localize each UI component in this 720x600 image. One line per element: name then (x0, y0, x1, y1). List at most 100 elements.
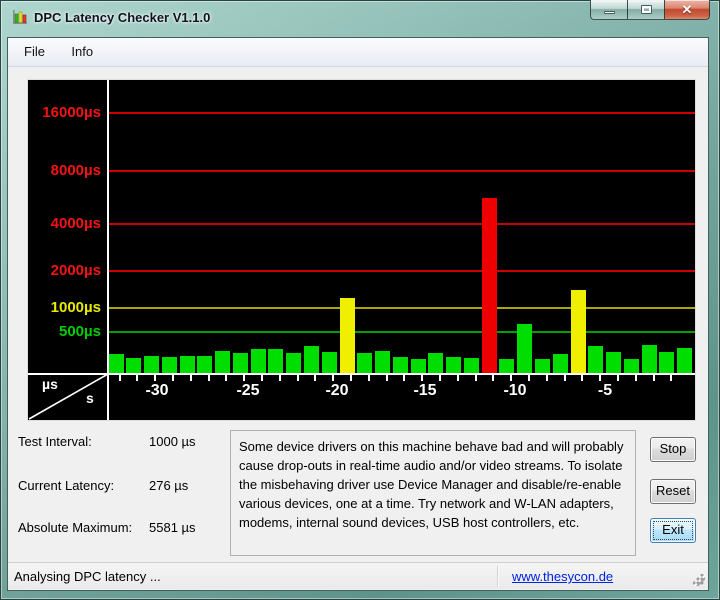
latency-bar (232, 353, 248, 373)
x-axis-tick (421, 375, 424, 381)
status-text: Analysing DPC latency ... (14, 569, 161, 584)
minimize-button[interactable] (590, 0, 628, 20)
x-axis-label: -5 (597, 382, 613, 399)
x-axis-tick (314, 375, 317, 381)
x-axis-tick (438, 375, 441, 381)
menu-info[interactable]: Info (60, 38, 104, 66)
latency-bar (446, 357, 462, 373)
reset-button[interactable]: Reset (650, 479, 696, 504)
latency-bar (215, 351, 231, 373)
latency-bar (250, 349, 266, 373)
x-axis-tick (189, 375, 192, 381)
x-axis-tick (456, 375, 459, 381)
x-axis-tick (510, 375, 513, 381)
x-axis-line (28, 373, 695, 375)
x-axis-tick (367, 375, 370, 381)
x-axis-tick (492, 375, 495, 381)
x-axis-tick (616, 375, 619, 381)
resize-grip-icon[interactable] (693, 574, 705, 586)
y-axis-label-16000us: 16000µs (42, 104, 101, 121)
latency-bar (357, 353, 373, 373)
x-axis-tick (545, 375, 548, 381)
latency-bar (588, 346, 604, 373)
client-area: File Info µs s 16000µs 8000µs 4000µs 2000µs… (8, 38, 708, 590)
test-interval-value: 1000 µs (149, 434, 196, 449)
latency-bar (410, 359, 426, 373)
test-interval-label: Test Interval: (18, 434, 92, 449)
x-axis-tick (563, 375, 566, 381)
y-unit-label: µs (42, 376, 58, 392)
x-axis-tick (136, 375, 139, 381)
x-axis-tick (474, 375, 477, 381)
latency-bar (499, 359, 515, 373)
latency-bar (286, 353, 302, 373)
x-axis-label: -20 (325, 382, 349, 399)
gridline-2000us (109, 270, 695, 272)
x-axis-tick (527, 375, 530, 381)
title-bar[interactable]: DPC Latency Checker V1.1.0 ✕ (0, 0, 720, 38)
x-axis-tick (599, 375, 602, 381)
latency-bar (375, 351, 391, 373)
x-axis-tick (154, 375, 157, 381)
latency-bar (303, 346, 319, 373)
x-axis-tick (207, 375, 210, 381)
latency-bar (268, 349, 284, 373)
latency-bar (144, 356, 160, 373)
x-axis-tick (385, 375, 388, 381)
x-axis-tick (118, 375, 121, 381)
y-axis-label-2000us: 2000µs (50, 262, 101, 279)
close-button[interactable]: ✕ (664, 0, 710, 20)
latency-chart: µs s 16000µs 8000µs 4000µs 2000µs 1000µs 500µ… (28, 80, 695, 420)
latency-bar (534, 359, 550, 373)
y-axis-label-500us: 500µs (58, 323, 101, 340)
latency-bar (321, 352, 337, 373)
latency-bar (659, 352, 675, 373)
window-title: DPC Latency Checker V1.1.0 (34, 10, 211, 25)
x-axis-label: -10 (503, 382, 527, 399)
y-axis-label-8000us: 8000µs (50, 162, 101, 179)
x-axis-tick (349, 375, 352, 381)
latency-bar (677, 348, 693, 373)
stop-button[interactable]: Stop (650, 437, 696, 462)
app-icon (13, 10, 27, 24)
x-axis-label: -15 (413, 382, 437, 399)
x-axis-tick (278, 375, 281, 381)
absolute-maximum-label: Absolute Maximum: (18, 520, 133, 535)
latency-bar (428, 353, 444, 373)
x-axis-tick (403, 375, 406, 381)
close-icon: ✕ (681, 1, 693, 17)
latency-bar (481, 198, 497, 373)
y-axis-label-4000us: 4000µs (50, 215, 101, 232)
gridline-4000us (109, 223, 695, 225)
latency-bar (570, 290, 586, 373)
x-axis-tick (634, 375, 637, 381)
latency-bar (179, 356, 195, 373)
thesycon-link[interactable]: www.thesycon.de (512, 569, 613, 584)
latency-bar (161, 357, 177, 373)
x-axis-tick (652, 375, 655, 381)
latency-bar (197, 356, 213, 373)
latency-bar (606, 352, 622, 373)
x-axis-label: -25 (236, 382, 260, 399)
latency-bar (641, 345, 657, 373)
gridline-16000us (109, 112, 695, 114)
x-axis-tick (243, 375, 246, 381)
menu-bar: File Info (8, 38, 708, 67)
y-axis-label-1000us: 1000µs (50, 299, 101, 316)
latency-bar (623, 359, 639, 373)
exit-button[interactable]: Exit (650, 518, 696, 543)
x-axis-tick (296, 375, 299, 381)
maximize-button[interactable] (627, 0, 665, 20)
latency-bar (552, 354, 568, 373)
x-unit-label: s (86, 390, 94, 406)
current-latency-label: Current Latency: (18, 478, 115, 493)
advice-message-box: Some device drivers on this machine beha… (230, 430, 636, 556)
absolute-maximum-value: 5581 µs (149, 520, 196, 535)
gridline-8000us (109, 170, 695, 172)
menu-file[interactable]: File (13, 38, 56, 66)
x-axis-label: -30 (145, 382, 169, 399)
window-controls: ✕ (590, 0, 710, 20)
gridline-500us (109, 331, 695, 333)
latency-bar (463, 358, 479, 373)
gridline-1000us (109, 307, 695, 309)
